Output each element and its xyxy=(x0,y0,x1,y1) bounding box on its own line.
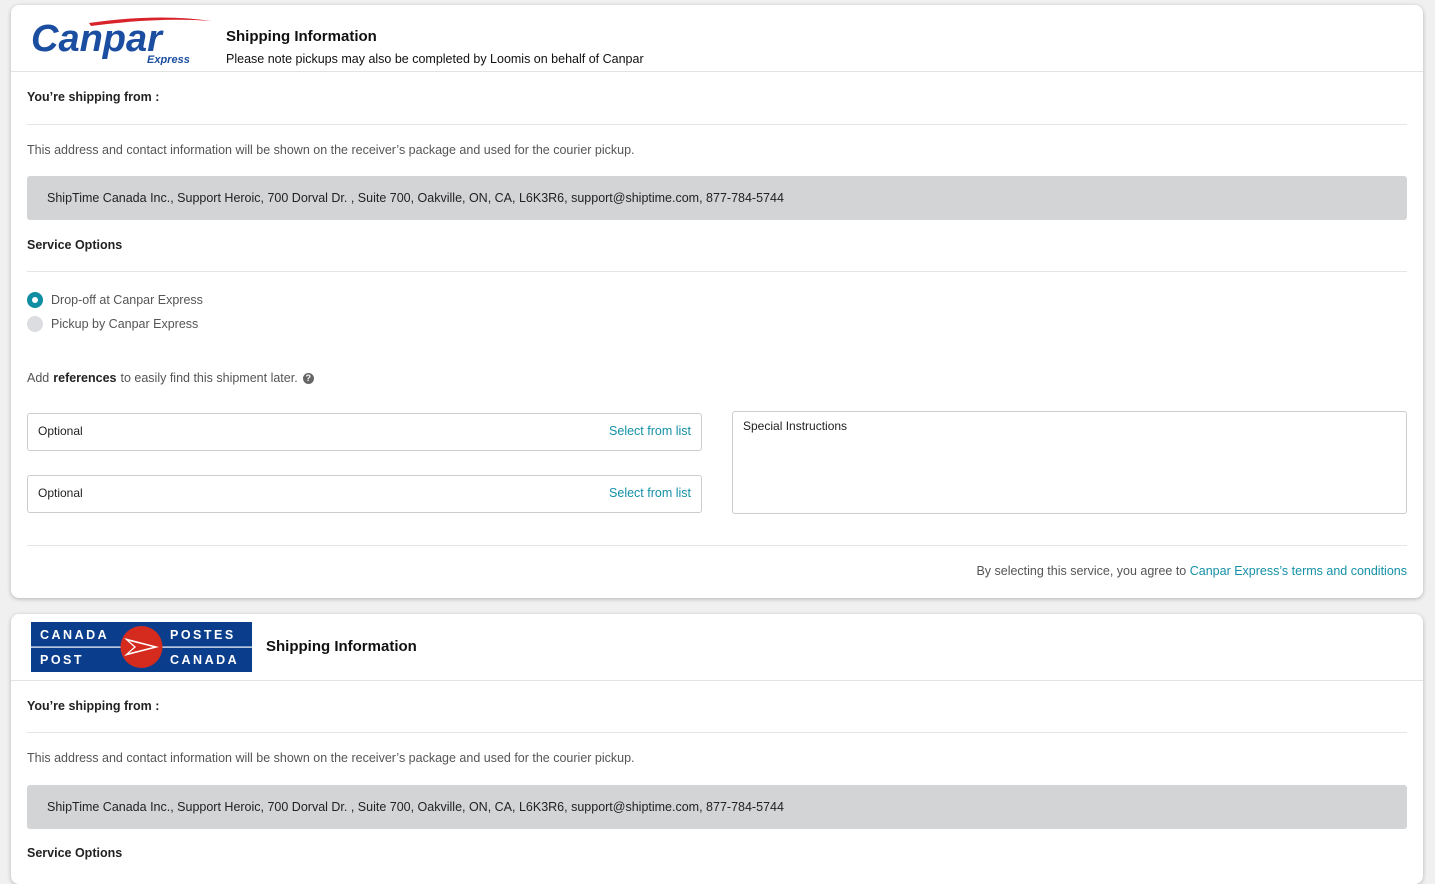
divider xyxy=(27,545,1407,546)
shipping-from-address[interactable]: ShipTime Canada Inc., Support Heroic, 70… xyxy=(27,785,1407,829)
canpar-subtitle: Please note pickups may also be complete… xyxy=(226,52,644,66)
terms-link[interactable]: Canpar Express’s terms and conditions xyxy=(1190,564,1407,578)
canadapost-card-header: CANADA POSTES POST CANADA Shipping Infor… xyxy=(11,614,1423,681)
canpar-shipping-card: Canpar Express Shipping Information Plea… xyxy=(11,5,1423,598)
svg-text:POST: POST xyxy=(40,653,84,667)
option-dropoff-label: Drop-off at Canpar Express xyxy=(51,293,203,307)
canada-post-logo-graphic: CANADA POSTES POST CANADA xyxy=(31,622,252,672)
terms-prefix: By selecting this service, you agree to xyxy=(976,564,1187,578)
svg-text:CANADA: CANADA xyxy=(40,628,109,642)
canpar-card-header: Canpar Express Shipping Information Plea… xyxy=(11,5,1423,72)
address-info-text: This address and contact information wil… xyxy=(27,143,635,157)
shipping-from-label: You’re shipping from : xyxy=(27,90,160,104)
reference-input-1[interactable]: Optional Select from list xyxy=(27,413,702,451)
references-hint: Add references to easily find this shipm… xyxy=(27,371,314,385)
canada-post-logo: CANADA POSTES POST CANADA xyxy=(31,622,252,672)
select-from-list-link[interactable]: Select from list xyxy=(609,486,691,500)
question-help-icon[interactable]: ? xyxy=(302,372,314,384)
svg-text:Express: Express xyxy=(147,54,190,65)
divider xyxy=(27,271,1407,272)
canpar-logo: Canpar Express xyxy=(29,11,213,66)
option-dropoff[interactable]: Drop-off at Canpar Express xyxy=(27,292,203,308)
svg-text:CANADA: CANADA xyxy=(170,653,239,667)
reference-input-2-placeholder: Optional xyxy=(38,486,83,500)
special-instructions-placeholder: Special Instructions xyxy=(743,419,848,433)
select-from-list-link[interactable]: Select from list xyxy=(609,424,691,438)
shipping-from-address[interactable]: ShipTime Canada Inc., Support Heroic, 70… xyxy=(27,176,1407,220)
divider xyxy=(27,124,1407,125)
terms-text: By selecting this service, you agree to … xyxy=(976,564,1407,578)
special-instructions-textarea[interactable]: Special Instructions xyxy=(732,411,1407,514)
radio-selected-icon[interactable] xyxy=(27,292,43,308)
service-options-label: Service Options xyxy=(27,238,123,252)
canpar-title: Shipping Information xyxy=(226,28,377,45)
canadapost-shipping-card: CANADA POSTES POST CANADA Shipping Infor… xyxy=(11,614,1423,884)
option-pickup-label: Pickup by Canpar Express xyxy=(51,317,199,331)
references-suffix: to easily find this shipment later. xyxy=(120,371,298,385)
option-pickup[interactable]: Pickup by Canpar Express xyxy=(27,316,198,332)
canadapost-title: Shipping Information xyxy=(266,638,417,655)
radio-unselected-icon[interactable] xyxy=(27,316,43,332)
divider xyxy=(27,732,1407,733)
reference-input-2[interactable]: Optional Select from list xyxy=(27,475,702,513)
canpar-logo-graphic: Canpar Express xyxy=(31,17,211,66)
shipping-from-label: You’re shipping from : xyxy=(27,699,160,713)
svg-text:POSTES: POSTES xyxy=(170,628,236,642)
reference-input-1-placeholder: Optional xyxy=(38,424,83,438)
svg-text:Canpar: Canpar xyxy=(31,18,164,60)
references-bold: references xyxy=(53,371,117,385)
service-options-label: Service Options xyxy=(27,846,123,860)
references-prefix: Add xyxy=(27,371,50,385)
address-info-text: This address and contact information wil… xyxy=(27,751,635,765)
